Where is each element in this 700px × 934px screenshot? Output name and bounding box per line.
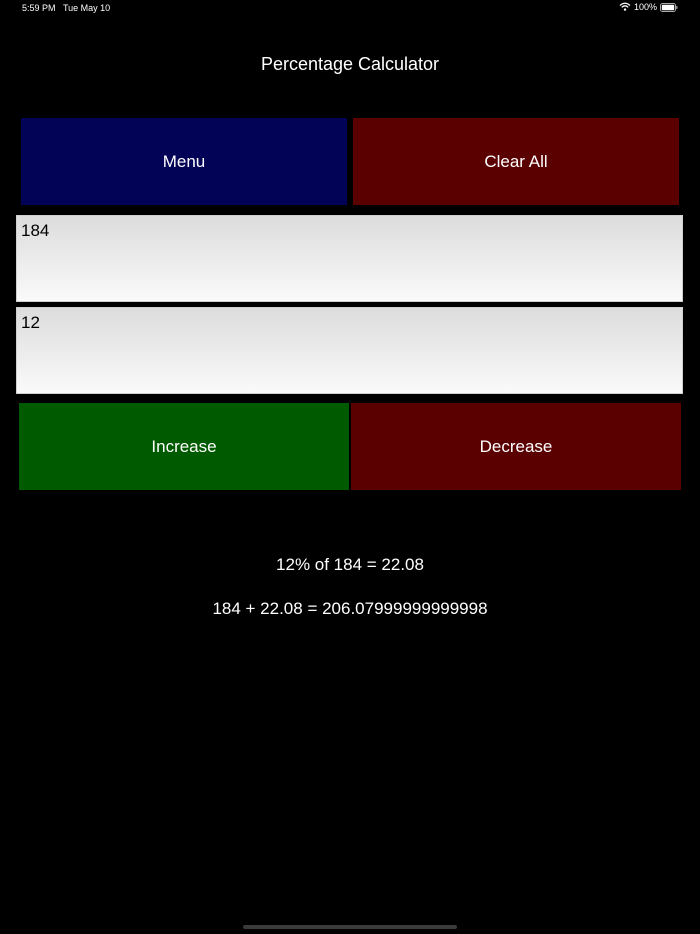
clear-all-button[interactable]: Clear All bbox=[353, 118, 679, 205]
wifi-icon bbox=[619, 2, 631, 12]
battery-percent: 100% bbox=[633, 2, 657, 12]
menu-button[interactable]: Menu bbox=[21, 118, 347, 205]
app-screen: 5:59 PM Tue May 10 100% Percentage Calcu… bbox=[0, 0, 700, 934]
increase-button[interactable]: Increase bbox=[19, 403, 349, 490]
status-indicators: 100% bbox=[619, 2, 678, 12]
battery-full-icon bbox=[660, 2, 678, 12]
decrease-button[interactable]: Decrease bbox=[351, 403, 681, 490]
home-indicator[interactable] bbox=[243, 925, 457, 929]
status-date: Tue May 10 bbox=[63, 3, 111, 13]
result-total-line: 184 + 22.08 = 206.07999999999998 bbox=[212, 599, 488, 618]
result-percent-line: 12% of 184 = 22.08 bbox=[276, 555, 424, 574]
status-time: 5:59 PM bbox=[22, 3, 56, 13]
base-number-input[interactable]: 184 bbox=[16, 215, 683, 302]
percent-input[interactable]: 12 bbox=[16, 307, 683, 394]
status-bar: 5:59 PM Tue May 10 100% bbox=[0, 0, 700, 18]
page-title: Percentage Calculator bbox=[260, 54, 440, 74]
